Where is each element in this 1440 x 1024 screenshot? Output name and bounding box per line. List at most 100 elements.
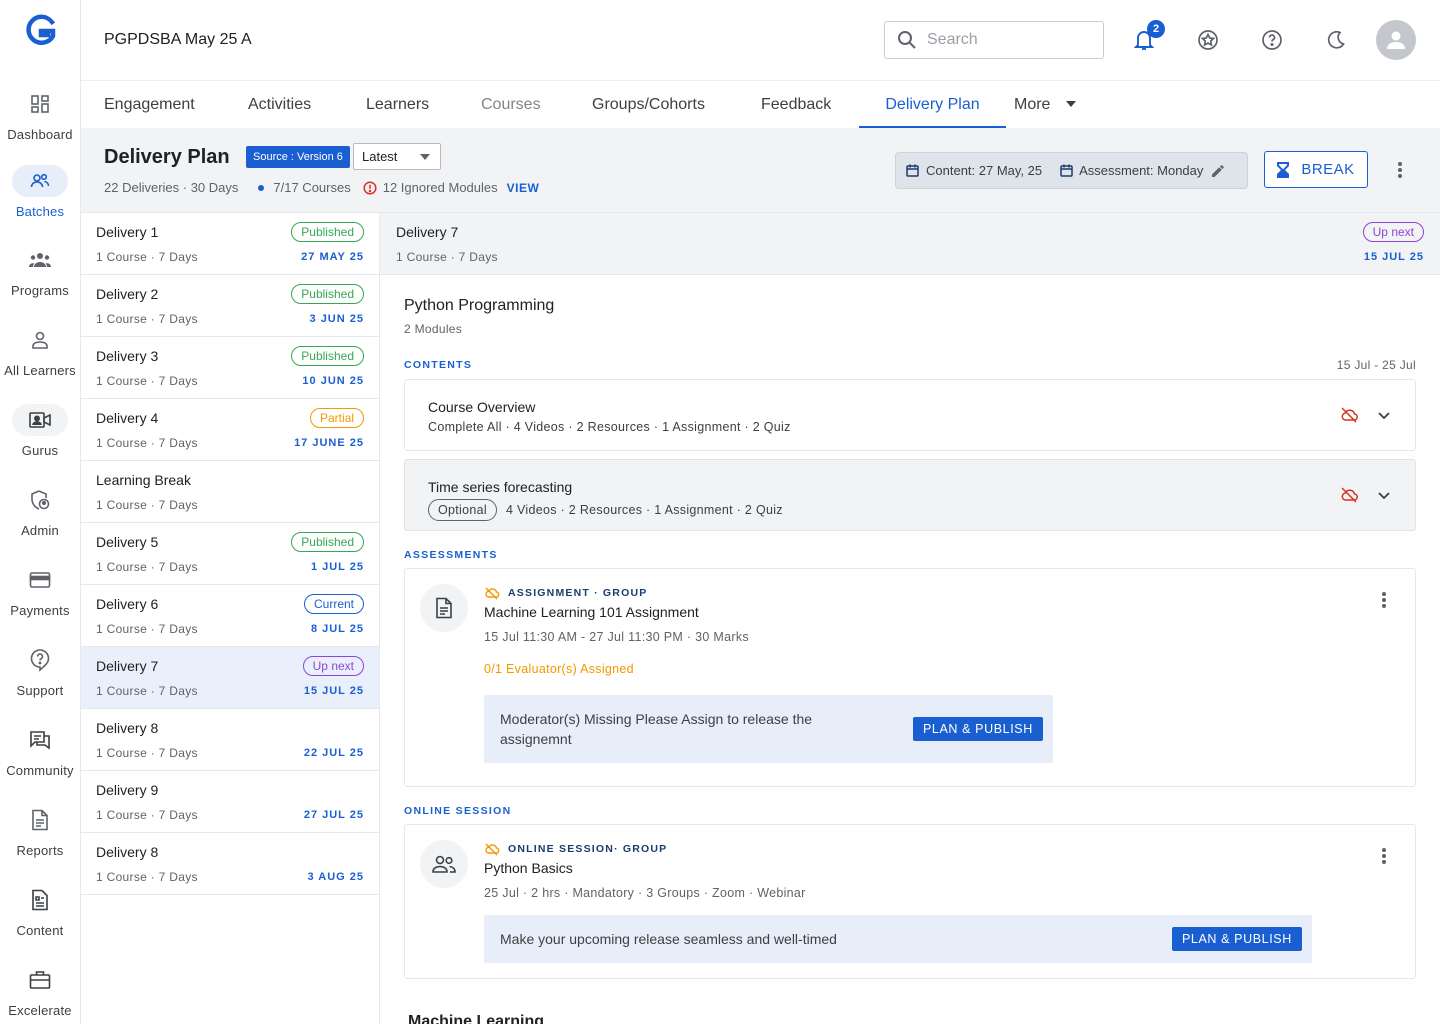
nav-item-batches[interactable]: Batches xyxy=(0,165,80,237)
assessment-more-button[interactable] xyxy=(1372,588,1396,612)
session-title: Python Basics xyxy=(484,860,573,876)
more-vert-icon xyxy=(1382,592,1386,608)
course-modules-count: 2 Modules xyxy=(404,322,463,336)
version-select[interactable]: Latest xyxy=(353,143,441,170)
batches-icon xyxy=(12,165,68,197)
nav-item-gurus[interactable]: Gurus xyxy=(0,404,80,476)
delivery-name: Delivery 1 xyxy=(96,224,159,240)
tab-groups-cohorts[interactable]: Groups/Cohorts xyxy=(592,81,705,128)
module-sub: Complete All · 4 Videos · 2 Resources · … xyxy=(428,420,791,434)
delivery-date: 22 JUL 25 xyxy=(303,747,364,759)
document-icon xyxy=(420,584,468,632)
nav-label: Gurus xyxy=(21,443,59,458)
delivery-date: 3 AUG 25 xyxy=(307,871,364,883)
delivery-list-item[interactable]: Delivery 1 Published 1 Course · 7 Days 2… xyxy=(81,213,379,275)
delivery-list-item[interactable]: Delivery 9 1 Course · 7 Days 27 JUL 25 xyxy=(81,771,379,833)
nav-label: Content xyxy=(16,923,64,938)
courses-count: 7/17 Courses xyxy=(273,180,351,195)
search-placeholder: Search xyxy=(927,31,978,48)
tab-bar: Engagement Activities Learners Courses G… xyxy=(81,81,1440,128)
theme-toggle[interactable] xyxy=(1320,24,1352,56)
hourglass-icon xyxy=(1277,161,1290,178)
nav-item-programs[interactable]: Programs xyxy=(0,244,80,316)
search-input[interactable]: Search xyxy=(884,21,1104,59)
schedule-box[interactable]: Content: 27 May, 25 Assessment: Monday xyxy=(895,152,1248,189)
delivery-list-item[interactable]: Learning Break 1 Course · 7 Days xyxy=(81,461,379,523)
module-card[interactable]: Time series forecasting Optional 4 Video… xyxy=(404,459,1416,531)
banner-line: Moderator(s) Missing Please Assign to re… xyxy=(500,711,813,727)
nav-item-payments[interactable]: Payments xyxy=(0,564,80,636)
detail-delivery-date: 15 JUL 25 xyxy=(1363,251,1424,263)
community-icon xyxy=(12,724,68,756)
tab-learners[interactable]: Learners xyxy=(366,81,429,128)
notification-count-badge: 2 xyxy=(1147,20,1165,38)
status-badge: Up next xyxy=(302,656,364,676)
plan-publish-button[interactable]: PLAN & PUBLISH xyxy=(1172,927,1302,951)
delivery-name: Delivery 7 xyxy=(96,658,159,674)
help-button[interactable] xyxy=(1256,24,1288,56)
tab-courses[interactable]: Courses xyxy=(481,81,541,128)
chevron-down-icon[interactable] xyxy=(1374,405,1394,425)
module-sub-row: Optional 4 Videos · 2 Resources · 1 Assi… xyxy=(428,499,783,521)
plan-more-button[interactable] xyxy=(1388,158,1412,182)
delivery-list-item[interactable]: Delivery 4 Partial 1 Course · 7 Days 17 … xyxy=(81,399,379,461)
app-root: Dashboard Batches Programs All Learners xyxy=(0,0,1440,1024)
delivery-list-item[interactable]: Delivery 6 Current 1 Course · 7 Days 8 J… xyxy=(81,585,379,647)
cloud-sync-icon xyxy=(484,586,500,600)
session-more-button[interactable] xyxy=(1372,844,1396,868)
star-badge-icon xyxy=(1197,29,1219,51)
achievements-button[interactable] xyxy=(1192,24,1224,56)
delivery-list-item[interactable]: Delivery 5 Published 1 Course · 7 Days 1… xyxy=(81,523,379,585)
version-select-value: Latest xyxy=(362,149,398,164)
delivery-date: 15 JUL 25 xyxy=(303,685,364,697)
tab-more[interactable]: More xyxy=(1014,81,1078,128)
session-type-text: ONLINE SESSION· GROUP xyxy=(508,843,668,855)
delivery-list-item[interactable]: Delivery 8 1 Course · 7 Days 22 JUL 25 xyxy=(81,709,379,771)
status-badge: Current xyxy=(303,594,364,614)
delivery-name: Delivery 4 xyxy=(96,410,159,426)
content-icon xyxy=(12,884,68,916)
tab-engagement[interactable]: Engagement xyxy=(104,81,195,128)
view-ignored-link[interactable]: VIEW xyxy=(507,181,540,195)
module-sub: 4 Videos · 2 Resources · 1 Assignment · … xyxy=(505,503,783,517)
delivery-name: Delivery 3 xyxy=(96,348,159,364)
deliveries-count: 22 Deliveries · 30 Days xyxy=(104,180,239,195)
delivery-name: Delivery 6 xyxy=(96,596,159,612)
delivery-name: Learning Break xyxy=(96,472,191,488)
plan-publish-button[interactable]: PLAN & PUBLISH xyxy=(913,717,1043,741)
delivery-date: 3 JUN 25 xyxy=(309,313,364,325)
delivery-list-item-selected[interactable]: Delivery 7 Up next 1 Course · 7 Days 15 … xyxy=(81,647,379,709)
delivery-list-item[interactable]: Delivery 8 1 Course · 7 Days 3 AUG 25 xyxy=(81,833,379,895)
break-button[interactable]: BREAK xyxy=(1264,151,1368,188)
tab-feedback[interactable]: Feedback xyxy=(761,81,831,128)
nav-item-community[interactable]: Community xyxy=(0,724,80,796)
nav-label: Dashboard xyxy=(7,127,73,142)
module-card[interactable]: Course Overview Complete All · 4 Videos … xyxy=(404,379,1416,451)
online-session-section-label: ONLINE SESSION xyxy=(404,805,512,817)
tab-delivery-plan[interactable]: Delivery Plan xyxy=(859,81,1006,128)
nav-item-reports[interactable]: Reports xyxy=(0,804,80,876)
admin-icon xyxy=(12,484,68,516)
dashboard-icon xyxy=(12,88,68,120)
nav-item-admin[interactable]: Admin xyxy=(0,484,80,556)
nav-item-content[interactable]: Content xyxy=(0,884,80,956)
banner-text: Moderator(s) Missing Please Assign to re… xyxy=(500,709,812,749)
delivery-sub: 1 Course · 7 Days xyxy=(96,808,198,822)
delivery-sub: 1 Course · 7 Days xyxy=(96,250,198,264)
nav-item-dashboard[interactable]: Dashboard xyxy=(0,88,80,160)
brand-logo[interactable] xyxy=(26,14,56,48)
help-icon xyxy=(1261,29,1283,51)
nav-item-support[interactable]: Support xyxy=(0,644,80,716)
nav-item-all-learners[interactable]: All Learners xyxy=(0,324,80,396)
avatar[interactable] xyxy=(1376,20,1416,60)
tab-activities[interactable]: Activities xyxy=(248,81,311,128)
status-badge: Published xyxy=(291,284,364,304)
delivery-list-item[interactable]: Delivery 3 Published 1 Course · 7 Days 1… xyxy=(81,337,379,399)
delivery-list-item[interactable]: Delivery 2 Published 1 Course · 7 Days 3… xyxy=(81,275,379,337)
nav-item-excelerate[interactable]: Excelerate xyxy=(0,964,80,1024)
alert-circle-icon xyxy=(363,180,377,195)
chevron-down-icon[interactable] xyxy=(1374,485,1394,505)
plan-meta: 22 Deliveries · 30 Days 7/17 Courses 12 … xyxy=(104,180,539,195)
delivery-sub: 1 Course · 7 Days xyxy=(96,498,198,512)
banner-text: Make your upcoming release seamless and … xyxy=(500,931,837,947)
